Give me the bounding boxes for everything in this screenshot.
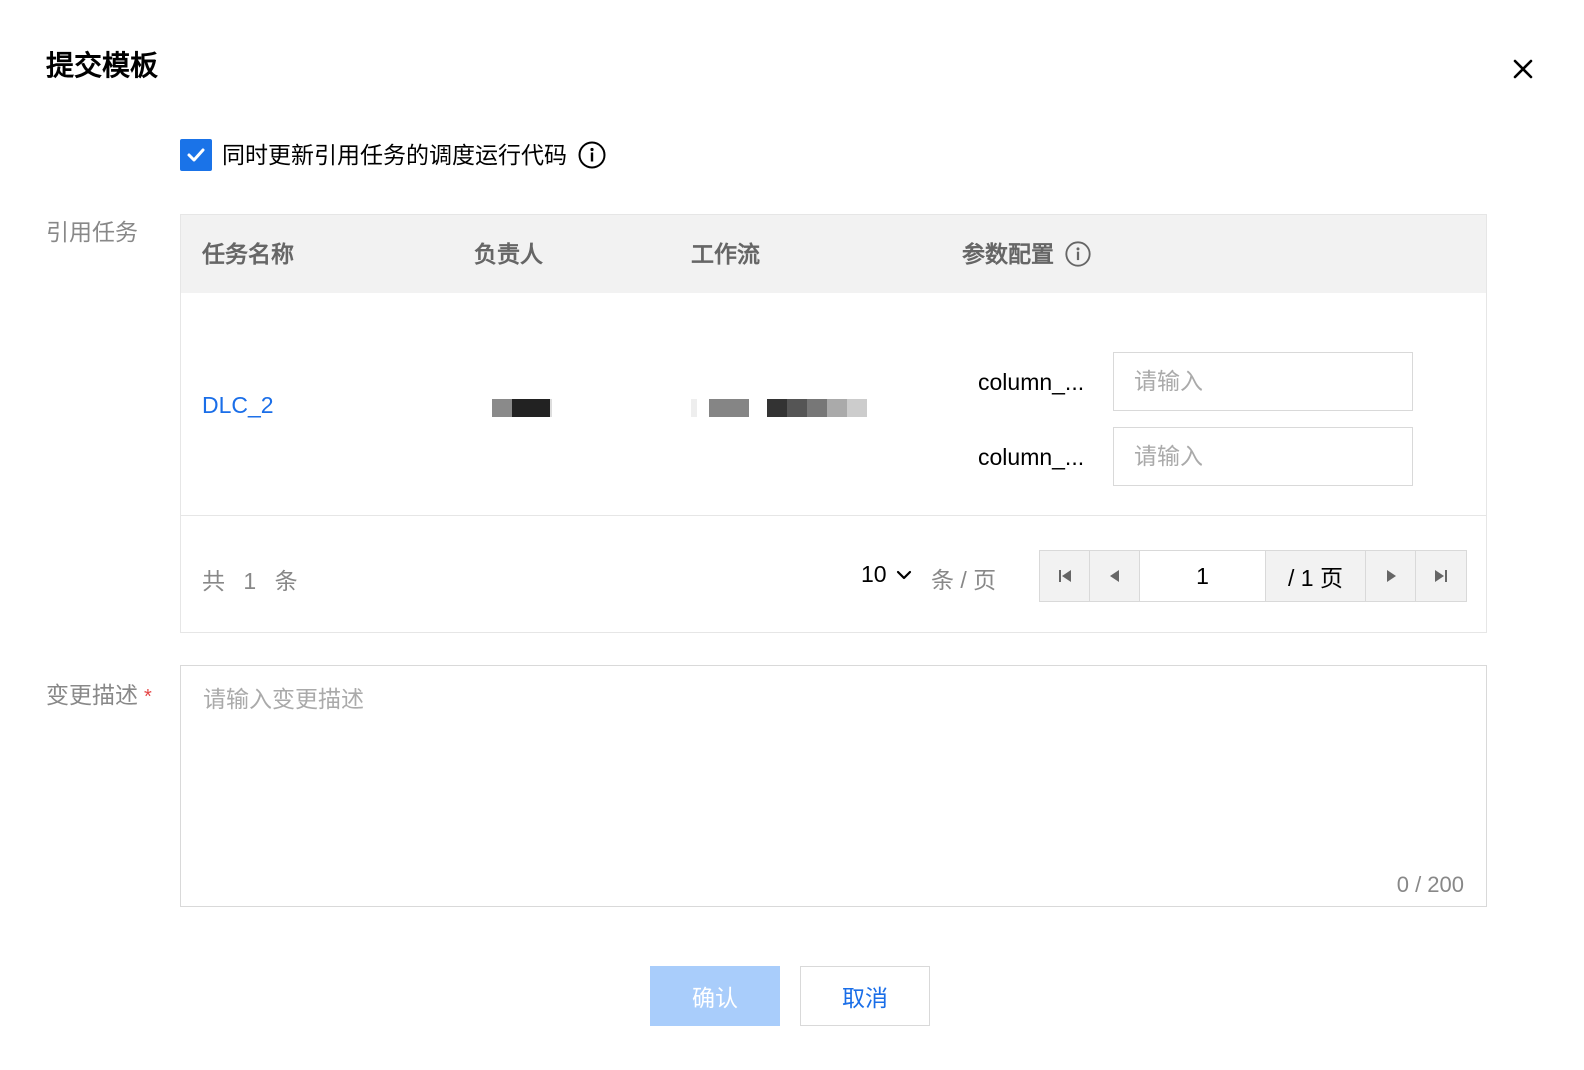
sync-checkbox-label: 同时更新引用任务的调度运行代码 xyxy=(222,142,567,168)
next-page-icon xyxy=(1386,570,1396,582)
table-row: DLC_2 column_... column_... xyxy=(181,293,1486,516)
current-page-input[interactable] xyxy=(1140,551,1266,601)
confirm-button[interactable]: 确认 xyxy=(650,966,780,1026)
sync-checkbox[interactable] xyxy=(180,139,212,171)
change-desc-textarea[interactable] xyxy=(181,666,1486,906)
param-label-2: column_... xyxy=(978,444,1085,470)
chevron-down-icon xyxy=(896,570,911,579)
prev-page-icon xyxy=(1109,570,1119,582)
sync-option-row: 同时更新引用任务的调度运行代码 xyxy=(180,138,607,172)
ref-tasks-label: 引用任务 xyxy=(46,219,138,245)
close-icon xyxy=(1513,59,1533,79)
next-page-button[interactable] xyxy=(1366,551,1416,601)
param-input-1[interactable] xyxy=(1113,352,1413,411)
required-mark: * xyxy=(144,685,152,708)
table-header: 任务名称 负责人 工作流 参数配置 xyxy=(181,215,1486,293)
cancel-button[interactable]: 取消 xyxy=(800,966,930,1026)
column-header-params: 参数配置 xyxy=(962,215,1092,293)
info-icon[interactable] xyxy=(577,140,607,170)
per-page-label: 条 / 页 xyxy=(931,567,997,593)
first-page-icon xyxy=(1058,570,1071,582)
total-count: 共 1 条 xyxy=(202,568,304,594)
dialog-title: 提交模板 xyxy=(46,50,159,81)
task-name-link[interactable]: DLC_2 xyxy=(202,389,274,421)
last-page-icon xyxy=(1435,570,1447,582)
pager: / 1 页 xyxy=(1039,550,1467,602)
change-desc-label-text: 变更描述 xyxy=(46,682,138,708)
close-button[interactable] xyxy=(1508,54,1538,84)
column-header-workflow: 工作流 xyxy=(691,241,760,267)
change-desc-label: 变更描述 * xyxy=(46,679,152,713)
ref-tasks-table: 任务名称 负责人 工作流 参数配置 DLC_2 column_... 请输入 c… xyxy=(180,214,1487,633)
owner-redacted xyxy=(492,399,552,417)
last-page-button[interactable] xyxy=(1416,551,1466,601)
table-footer: 共 1 条 10 条 / 页 / 1 页 xyxy=(181,517,1486,633)
char-counter: 0 / 200 xyxy=(1396,872,1464,897)
first-page-button[interactable] xyxy=(1040,551,1090,601)
column-header-params-label: 参数配置 xyxy=(962,241,1054,267)
column-header-task-name: 任务名称 xyxy=(202,241,294,267)
check-icon xyxy=(187,148,205,162)
column-header-owner: 负责人 xyxy=(474,241,543,267)
page-size-select[interactable]: 10 xyxy=(861,561,913,588)
total-pages: / 1 页 xyxy=(1266,551,1366,601)
page-size-value: 10 xyxy=(861,561,887,587)
info-icon[interactable] xyxy=(1064,240,1092,268)
change-desc-box: 0 / 200 xyxy=(180,665,1487,907)
workflow-redacted xyxy=(691,399,867,417)
param-input-2[interactable] xyxy=(1113,427,1413,486)
prev-page-button[interactable] xyxy=(1090,551,1140,601)
param-label-1: column_... xyxy=(978,369,1085,395)
